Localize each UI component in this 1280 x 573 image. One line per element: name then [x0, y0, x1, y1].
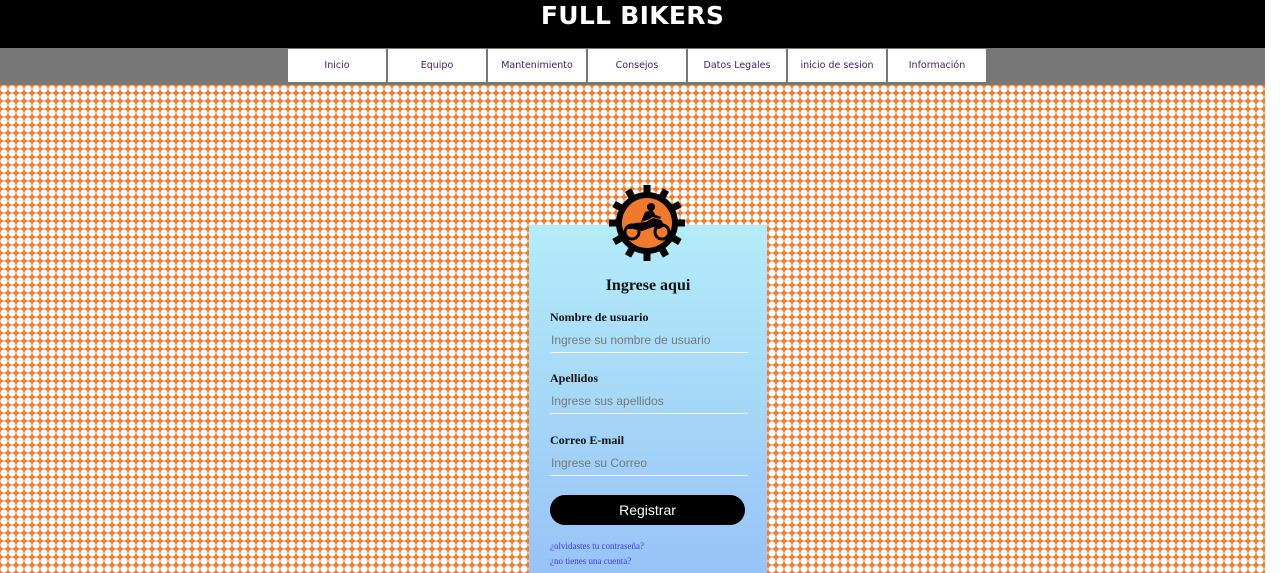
lastname-input[interactable]	[550, 389, 748, 414]
nav-item-inicio-de-sesion[interactable]: inicio de sesion	[788, 49, 886, 82]
nav-item-datos-legales[interactable]: Datos Legales	[688, 49, 786, 82]
nav-item-informacion[interactable]: Información	[888, 49, 986, 82]
email-label: Correo E-mail	[550, 433, 625, 447]
nav-item-equipo[interactable]: Equipo	[388, 49, 486, 82]
email-input[interactable]	[550, 451, 748, 476]
main-nav: Inicio Equipo Mantenimiento Consejos Dat…	[0, 48, 1265, 85]
forgot-password-link[interactable]: ¿olvidastes tu contraseña?	[550, 541, 644, 551]
nav-item-inicio[interactable]: Inicio	[288, 49, 386, 82]
nav-list: Inicio Equipo Mantenimiento Consejos Dat…	[288, 49, 986, 82]
site-header: FULL BIKERS	[0, 0, 1265, 48]
lastname-label: Apellidos	[550, 371, 599, 385]
site-title: FULL BIKERS	[540, 1, 725, 30]
username-input[interactable]	[550, 328, 748, 353]
nav-item-mantenimiento[interactable]: Mantenimiento	[488, 49, 586, 82]
register-form: Ingrese aqui Nombre de usuario Apellidos…	[529, 225, 767, 573]
no-account-link[interactable]: ¿no tienes una cuenta?	[550, 556, 631, 566]
register-button[interactable]: Registrar	[550, 495, 745, 525]
nav-item-consejos[interactable]: Consejos	[588, 49, 686, 82]
page: FULL BIKERS Inicio Equipo Mantenimiento …	[0, 0, 1265, 573]
form-title: Ingrese aqui	[605, 277, 691, 294]
motorcycle-gear-logo-icon	[609, 185, 685, 261]
username-label: Nombre de usuario	[550, 310, 649, 324]
